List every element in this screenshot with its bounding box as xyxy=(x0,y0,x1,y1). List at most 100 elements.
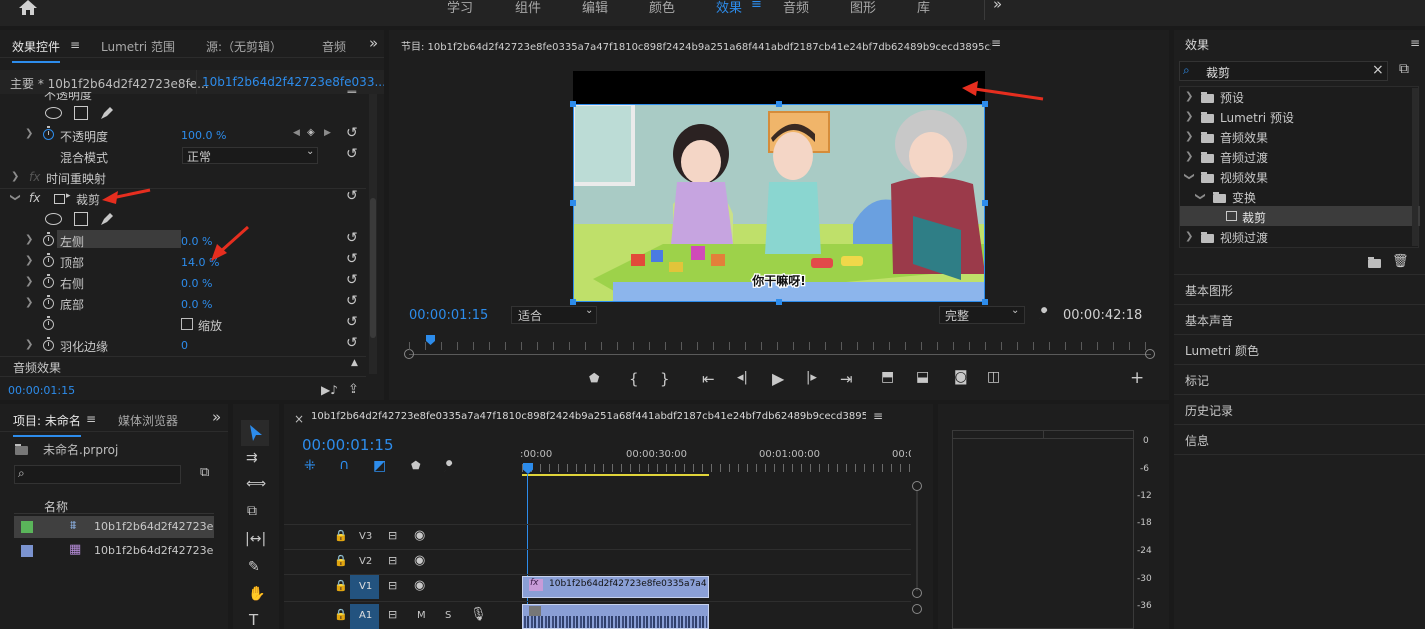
project-search-box[interactable] xyxy=(14,465,181,484)
v2-sync-lock-icon[interactable]: ⊟ xyxy=(388,554,397,567)
handle-ml[interactable] xyxy=(570,200,576,206)
nav-effects[interactable]: 效果 xyxy=(716,0,742,16)
crop-fx-icon[interactable]: fx xyxy=(29,191,40,205)
crop-reset-icon[interactable]: ↺ xyxy=(346,188,358,204)
left-expand-icon[interactable]: ❯ xyxy=(25,234,33,245)
timeline-close-icon[interactable]: × xyxy=(294,412,304,426)
item-color-label-1[interactable] xyxy=(21,521,33,533)
search-clear-icon[interactable]: × xyxy=(1372,62,1384,78)
nav-effects-menu-icon[interactable]: ≡ xyxy=(751,0,762,12)
v2-eye-icon[interactable]: ◉ xyxy=(414,553,425,568)
button-editor-icon[interactable]: + xyxy=(1130,368,1144,388)
effects-panel-menu-icon[interactable]: ≡ xyxy=(1410,36,1420,50)
nav-libraries[interactable]: 库 xyxy=(917,0,930,16)
step-forward-icon[interactable]: |▸ xyxy=(806,370,817,385)
home-icon[interactable] xyxy=(18,0,38,16)
track-select-tool-icon[interactable]: ⇉ xyxy=(246,450,258,466)
tab-project-menu-icon[interactable]: ≡ xyxy=(86,412,96,426)
go-to-in-icon[interactable]: ⇤ xyxy=(702,370,715,388)
tree-expand-presets[interactable]: ❯ xyxy=(1185,91,1193,102)
blend-mode-reset-icon[interactable]: ↺ xyxy=(346,146,358,162)
crop-pen-mask-icon[interactable] xyxy=(99,211,115,227)
tree-item-lumetri-presets[interactable]: Lumetri 预设 xyxy=(1220,109,1294,126)
item-color-label-2[interactable] xyxy=(21,545,33,557)
panel-overflow-icon[interactable]: » xyxy=(369,34,378,52)
go-to-out-icon[interactable]: ⇥ xyxy=(840,370,853,388)
tree-expand-lumetri-presets[interactable]: ❯ xyxy=(1185,111,1193,122)
timeline-playhead-head[interactable] xyxy=(523,463,533,474)
section-essential-sound[interactable]: 基本声音 xyxy=(1185,312,1233,329)
project-item-name-2[interactable]: 10b1f2b64d2f42723e8fe xyxy=(94,544,214,557)
export-frame-icon[interactable]: ◙ xyxy=(954,369,968,385)
tree-item-transform[interactable]: 变换 xyxy=(1232,189,1256,206)
tab-project[interactable]: 项目: 未命名 xyxy=(13,412,81,437)
opacity-value[interactable]: 100.0 % xyxy=(181,129,226,142)
nav-graphics[interactable]: 图形 xyxy=(850,0,876,16)
tree-item-audio-transitions[interactable]: 音频过渡 xyxy=(1220,149,1268,166)
ruler-ticks[interactable] xyxy=(522,464,911,472)
timeline-title[interactable]: 10b1f2b64d2f42723e8fe0335a7a47f1810c898f… xyxy=(311,411,866,422)
work-area-bar[interactable] xyxy=(522,474,709,476)
right-expand-icon[interactable]: ❯ xyxy=(25,276,33,287)
nav-learn[interactable]: 学习 xyxy=(447,0,473,16)
left-reset-icon[interactable]: ↺ xyxy=(346,230,358,246)
delete-bin-icon[interactable]: 🗑 xyxy=(1392,254,1409,269)
v1-lock-icon[interactable]: 🔒 xyxy=(334,579,348,592)
blend-mode-chevron-icon[interactable]: ⌄ xyxy=(306,146,314,157)
zoom-stopwatch-icon[interactable] xyxy=(43,316,54,330)
tree-expand-video-transitions[interactable]: ❯ xyxy=(1185,231,1193,242)
audio-effects-collapse-icon[interactable]: ▲ xyxy=(351,358,358,368)
opacity-ellipse-mask-icon[interactable] xyxy=(45,107,62,119)
type-tool-icon[interactable]: T xyxy=(249,611,258,629)
timeline-menu-icon[interactable]: ≡ xyxy=(873,409,883,423)
effects-search-input[interactable]: 裁剪 xyxy=(1206,64,1230,81)
feather-value[interactable]: 0 xyxy=(181,339,188,352)
time-remap-label[interactable]: 时间重映射 xyxy=(46,170,106,187)
tab-effect-controls[interactable]: 效果控件 xyxy=(12,38,61,63)
nav-edit[interactable]: 编辑 xyxy=(582,0,608,16)
a1-lock-icon[interactable]: 🔒 xyxy=(334,608,348,621)
tab-source[interactable]: 源:（无剪辑） xyxy=(206,38,282,55)
bottom-value[interactable]: 0.0 % xyxy=(181,298,212,311)
top-reset-icon[interactable]: ↺ xyxy=(346,251,358,267)
handle-tl[interactable] xyxy=(570,101,576,107)
new-custom-bin-icon[interactable]: ⧉ xyxy=(1399,61,1409,77)
export-icon[interactable]: ⇪ xyxy=(348,382,359,397)
tab-media-browser[interactable]: 媒体浏览器 xyxy=(118,412,178,429)
crop-transform-icon[interactable] xyxy=(54,194,65,204)
right-value[interactable]: 0.0 % xyxy=(181,277,212,290)
bottom-expand-icon[interactable]: ❯ xyxy=(25,297,33,308)
play-audio-icon[interactable]: ▶♪ xyxy=(321,383,338,397)
extract-icon[interactable]: ⬓ xyxy=(916,369,929,385)
a1-mute-button[interactable]: M xyxy=(417,610,426,621)
opacity-pen-mask-icon[interactable] xyxy=(99,105,115,121)
effects-panel-title[interactable]: 效果 xyxy=(1185,36,1209,53)
scrubber-right-cap[interactable] xyxy=(1145,349,1155,359)
effect-controls-timecode[interactable]: 00:00:01:15 xyxy=(8,384,75,397)
v2-lock-icon[interactable]: 🔒 xyxy=(334,554,348,567)
a1-track-label[interactable]: A1 xyxy=(359,610,372,621)
selection-tool-icon[interactable] xyxy=(249,424,263,442)
nav-overflow-icon[interactable]: » xyxy=(993,0,1002,13)
program-menu-icon[interactable]: ≡ xyxy=(991,36,1001,50)
tree-item-video-transitions[interactable]: 视频过渡 xyxy=(1220,229,1268,246)
handle-br[interactable] xyxy=(982,299,988,305)
zoom-checkbox[interactable] xyxy=(181,318,193,330)
bottom-reset-icon[interactable]: ↺ xyxy=(346,293,358,309)
nav-assembly[interactable]: 组件 xyxy=(515,0,541,16)
opacity-stopwatch-icon[interactable] xyxy=(43,126,54,140)
scrubber-track[interactable] xyxy=(409,354,1151,355)
mark-in-icon[interactable]: { xyxy=(629,370,639,388)
timeline-settings-icon[interactable] xyxy=(442,460,456,474)
feather-reset-icon[interactable]: ↺ xyxy=(346,335,358,351)
linked-selection-icon[interactable]: ◩ xyxy=(373,458,386,474)
tab-audio-mixer[interactable]: 音频 xyxy=(322,38,346,55)
v1-sync-lock-icon[interactable]: ⊟ xyxy=(388,579,397,592)
zoom-reset-icon[interactable]: ↺ xyxy=(346,314,358,330)
nav-color[interactable]: 颜色 xyxy=(649,0,675,16)
left-value[interactable]: 0.0 % xyxy=(181,235,212,248)
step-back-icon[interactable]: ◂| xyxy=(737,370,748,385)
prev-keyframe-icon[interactable]: ◀ xyxy=(293,128,300,138)
v3-track-label[interactable]: V3 xyxy=(359,531,372,542)
snap-icon[interactable]: ∩ xyxy=(339,457,349,473)
